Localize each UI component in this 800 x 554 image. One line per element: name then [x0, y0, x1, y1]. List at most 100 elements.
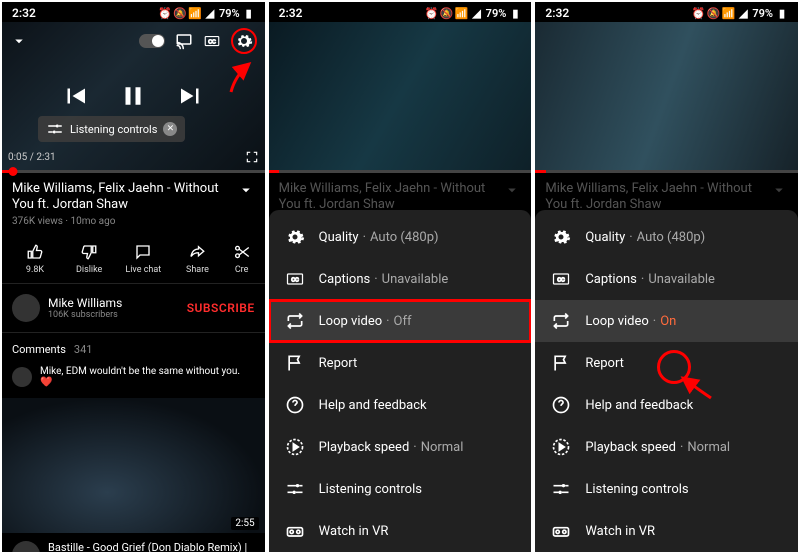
- battery-label: 79%: [219, 7, 240, 20]
- report-row[interactable]: Report: [535, 342, 798, 384]
- listening-controls-pill[interactable]: Listening controls ✕: [38, 116, 185, 142]
- chat-icon: [134, 243, 152, 261]
- vr-row[interactable]: Watch in VR: [269, 510, 532, 552]
- clock-label: 2:32: [279, 6, 303, 20]
- next-button[interactable]: [176, 81, 206, 111]
- help-icon: [285, 395, 305, 415]
- listening-controls-row[interactable]: Listening controls: [269, 468, 532, 510]
- status-icons: ⏰ 🔕 📶 ◢ 79% ▮: [692, 7, 788, 20]
- tune-icon: [285, 479, 305, 499]
- flag-icon: [551, 353, 571, 373]
- video-title: Mike Williams, Felix Jaehn - Without You…: [545, 181, 762, 214]
- quality-row[interactable]: Quality·Auto (480p): [535, 216, 798, 258]
- cast-icon[interactable]: [175, 32, 193, 50]
- expand-description-icon: [770, 181, 788, 199]
- fullscreen-icon[interactable]: [245, 150, 259, 164]
- help-icon: [551, 395, 571, 415]
- previous-button[interactable]: [60, 81, 90, 111]
- battery-label: 79%: [486, 7, 507, 20]
- phone-screenshot-2: 2:32 ⏰ 🔕 📶 ◢ 79% ▮ Mike Williams, Felix …: [269, 2, 532, 552]
- recommended-title: Bastille - Good Grief (Don Diablo Remix)…: [48, 541, 255, 553]
- channel-avatar[interactable]: [12, 294, 40, 322]
- battery-icon: ▮: [776, 7, 788, 19]
- time-label: 0:05 / 2:31: [8, 152, 56, 163]
- dnd-icon: 🔕: [707, 7, 719, 19]
- create-button[interactable]: Cre: [227, 243, 257, 275]
- comment-text: Mike, EDM wouldn't be the same without y…: [40, 366, 255, 388]
- alarm-icon: ⏰: [692, 7, 704, 19]
- commenter-avatar: [12, 367, 32, 387]
- video-player[interactable]: [269, 22, 532, 170]
- expand-description-icon: [503, 181, 521, 199]
- close-pill-icon[interactable]: ✕: [163, 122, 177, 136]
- gear-icon: [235, 32, 253, 50]
- action-row: 9.8K Dislike Live chat Share Cre: [2, 233, 265, 284]
- svg-text:CC: CC: [208, 39, 216, 45]
- video-player[interactable]: [535, 22, 798, 170]
- help-row[interactable]: Help and feedback: [535, 384, 798, 426]
- gear-icon: [285, 227, 305, 247]
- channel-subs: 106K subscribers: [48, 310, 122, 320]
- share-button[interactable]: Share: [172, 243, 222, 275]
- alarm-icon: ⏰: [159, 7, 171, 19]
- vr-icon: [551, 521, 571, 541]
- play-circle-icon: [551, 437, 571, 457]
- svg-text:CC: CC: [558, 278, 566, 284]
- quality-row[interactable]: Quality·Auto (480p): [269, 216, 532, 258]
- battery-icon: ▮: [509, 7, 521, 19]
- captions-row[interactable]: CC Captions·Unavailable: [535, 258, 798, 300]
- clock-label: 2:32: [12, 6, 36, 20]
- comments-header[interactable]: Comments 341: [2, 333, 265, 366]
- listening-controls-label: Listening controls: [70, 123, 157, 136]
- wifi-icon: 📶: [456, 7, 468, 19]
- like-button[interactable]: 9.8K: [10, 243, 60, 275]
- collapse-icon[interactable]: [10, 32, 28, 50]
- listening-controls-row[interactable]: Listening controls: [535, 468, 798, 510]
- wifi-icon: 📶: [189, 7, 201, 19]
- status-bar: 2:32 ⏰ 🔕 📶 ◢ 79% ▮: [535, 2, 798, 22]
- signal-icon: ◢: [471, 7, 483, 19]
- battery-icon: ▮: [243, 7, 255, 19]
- thumbs-down-icon: [80, 243, 98, 261]
- channel-name: Mike Williams: [48, 296, 122, 310]
- top-comment[interactable]: Mike, EDM wouldn't be the same without y…: [2, 366, 265, 398]
- settings-sheet: Quality·Auto (480p) CC Captions·Unavaila…: [269, 210, 532, 552]
- live-chat-button[interactable]: Live chat: [118, 243, 168, 275]
- alarm-icon: ⏰: [426, 7, 438, 19]
- phone-screenshot-3: 2:32 ⏰ 🔕 📶 ◢ 79% ▮ Mike Williams, Felix …: [535, 2, 798, 552]
- channel-row[interactable]: Mike Williams 106K subscribers SUBSCRIBE: [2, 284, 265, 333]
- pause-button[interactable]: [118, 81, 148, 111]
- recommended-avatar: [12, 541, 40, 553]
- loop-video-row[interactable]: Loop video·On: [535, 300, 798, 342]
- dnd-icon: 🔕: [441, 7, 453, 19]
- status-icons: ⏰ 🔕 📶 ◢ 79% ▮: [426, 7, 522, 20]
- vr-icon: [285, 521, 305, 541]
- video-player[interactable]: CC Listening controls ✕ 0:05 / 2:31: [2, 22, 265, 170]
- dislike-button[interactable]: Dislike: [64, 243, 114, 275]
- subscribe-button[interactable]: SUBSCRIBE: [187, 301, 255, 315]
- video-title: Mike Williams, Felix Jaehn - Without You…: [279, 181, 496, 214]
- loop-icon: [551, 311, 571, 331]
- tune-icon: [551, 479, 571, 499]
- vr-row[interactable]: Watch in VR: [535, 510, 798, 552]
- speed-row[interactable]: Playback speed·Normal: [269, 426, 532, 468]
- video-meta: 376K views · 10mo ago: [12, 216, 255, 227]
- settings-button[interactable]: [231, 28, 257, 54]
- autoplay-toggle[interactable]: [139, 34, 165, 48]
- cc-icon[interactable]: CC: [203, 32, 221, 50]
- clock-label: 2:32: [545, 6, 569, 20]
- captions-row[interactable]: CC Captions·Unavailable: [269, 258, 532, 300]
- expand-description-icon[interactable]: [237, 181, 255, 199]
- help-row[interactable]: Help and feedback: [269, 384, 532, 426]
- signal-icon: ◢: [204, 7, 216, 19]
- recommended-duration: 2:55: [231, 517, 258, 530]
- thumbs-up-icon: [26, 243, 44, 261]
- flag-icon: [285, 353, 305, 373]
- progress-bar[interactable]: [2, 170, 265, 173]
- report-row[interactable]: Report: [269, 342, 532, 384]
- loop-video-row[interactable]: Loop video·Off: [269, 300, 532, 342]
- video-title[interactable]: Mike Williams, Felix Jaehn - Without You…: [12, 181, 229, 214]
- phone-screenshot-1: 2:32 ⏰ 🔕 📶 ◢ 79% ▮ CC: [2, 2, 265, 552]
- recommended-video[interactable]: 2:55 Bastille - Good Grief (Don Diablo R…: [2, 398, 265, 553]
- speed-row[interactable]: Playback speed·Normal: [535, 426, 798, 468]
